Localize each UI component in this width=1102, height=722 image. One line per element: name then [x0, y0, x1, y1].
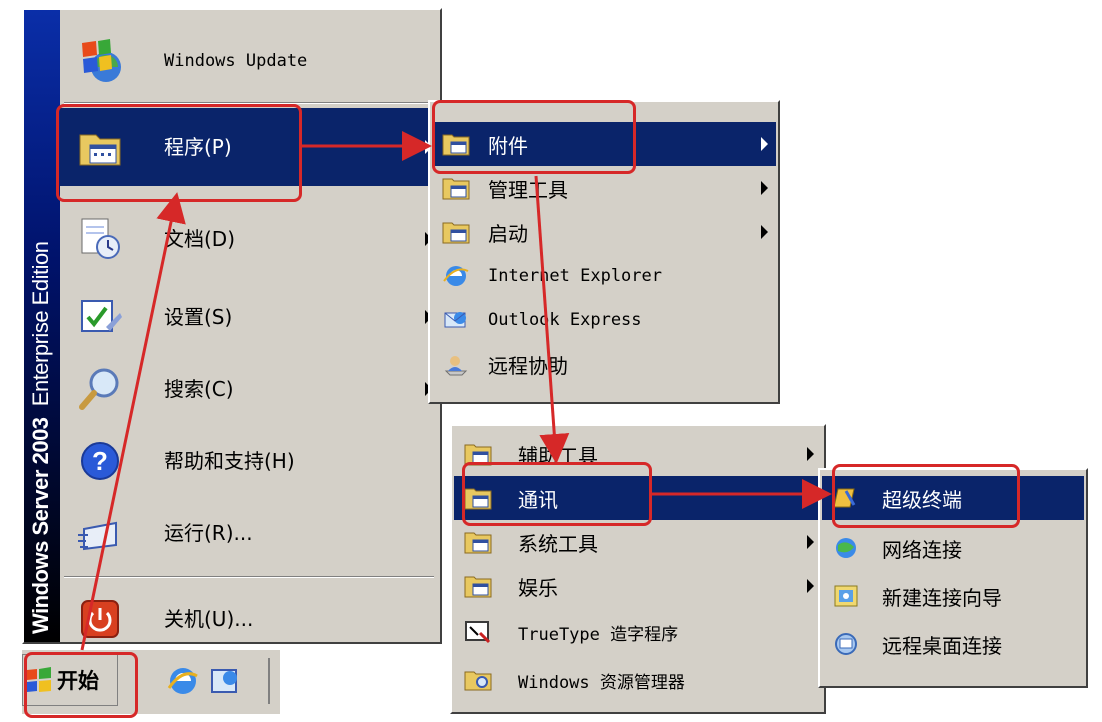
annotation-arrows — [80, 131, 832, 651]
arrow-start-to-programs — [80, 192, 186, 651]
arrow-accessories-to-communications — [534, 175, 570, 464]
